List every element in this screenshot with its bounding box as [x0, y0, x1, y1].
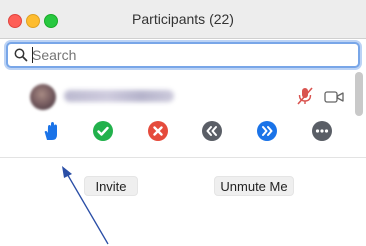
unmute-me-button[interactable]: Unmute Me: [214, 176, 294, 196]
mic-muted-icon[interactable]: [296, 86, 314, 106]
scrollbar[interactable]: [355, 72, 363, 116]
raise-hand-icon[interactable]: [40, 120, 62, 142]
divider: [0, 157, 366, 158]
video-camera-icon[interactable]: [324, 90, 344, 104]
more-icon[interactable]: [311, 120, 333, 142]
search-icon: [14, 48, 28, 62]
window-title: Participants (22): [132, 11, 234, 27]
reactions-bar: [0, 120, 366, 148]
invite-button[interactable]: Invite: [84, 176, 138, 196]
no-x-icon[interactable]: [147, 120, 169, 142]
search-input[interactable]: [32, 44, 332, 66]
participant-row[interactable]: [0, 78, 352, 114]
go-faster-icon[interactable]: [256, 120, 278, 142]
go-slower-icon[interactable]: [201, 120, 223, 142]
text-caret: [32, 47, 33, 63]
avatar: [30, 84, 56, 110]
participant-name: [64, 90, 174, 102]
title-bar: Participants (22): [0, 0, 366, 39]
search-box[interactable]: [6, 42, 360, 68]
yes-check-icon[interactable]: [92, 120, 114, 142]
